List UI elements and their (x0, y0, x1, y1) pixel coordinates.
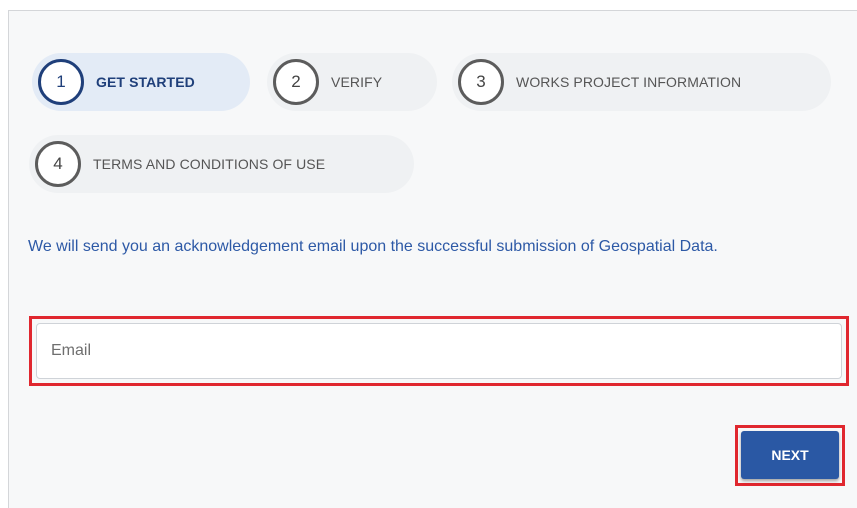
step-number: 3 (458, 59, 504, 105)
step-terms-and-conditions[interactable]: 4 TERMS AND CONDITIONS OF USE (29, 135, 414, 193)
step-label: WORKS PROJECT INFORMATION (516, 74, 742, 90)
acknowledgement-info-text: We will send you an acknowledgement emai… (28, 238, 718, 255)
step-label: GET STARTED (96, 74, 195, 90)
step-number: 2 (273, 59, 319, 105)
step-number: 1 (38, 59, 84, 105)
step-label: TERMS AND CONDITIONS OF USE (93, 156, 326, 172)
step-verify[interactable]: 2 VERIFY (267, 53, 437, 111)
email-field[interactable] (36, 323, 842, 379)
step-get-started[interactable]: 1 GET STARTED (32, 53, 250, 111)
step-label: VERIFY (331, 74, 383, 90)
next-button[interactable]: NEXT (741, 431, 839, 479)
step-works-project-information[interactable]: 3 WORKS PROJECT INFORMATION (452, 53, 831, 111)
step-number: 4 (35, 141, 81, 187)
